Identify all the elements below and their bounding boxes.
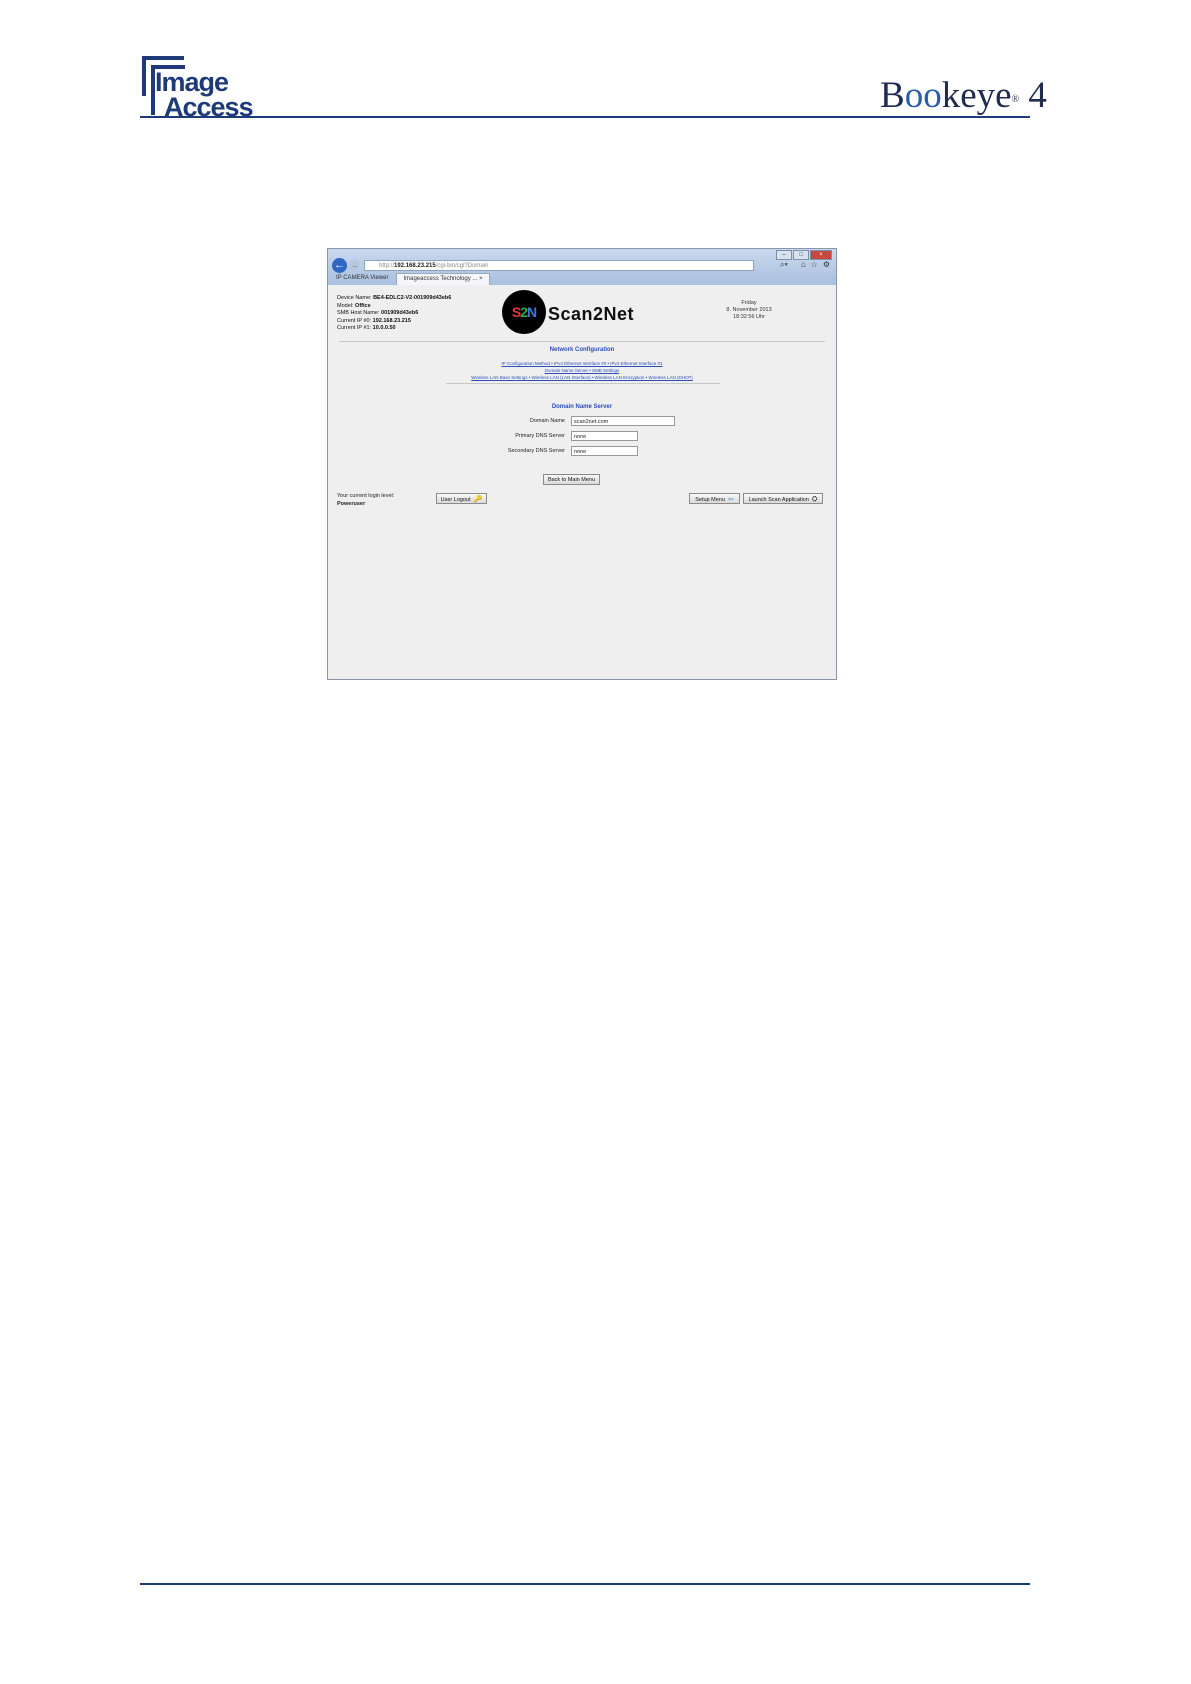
s2n-n: N [527,304,537,320]
smb-row: SMB Host Name: 001909d43eb6 [337,310,451,318]
browser-toolbar: – □ × ← → http://192.168.23.215/cgi-bin/… [328,249,836,285]
network-links-row2[interactable]: Domain Name Server • SMB Settings [331,367,833,374]
device-name-row: Device Name: BE4-EDLC2-V2-001909d43eb6 [337,295,451,303]
date: 8. November 2013 [726,307,772,313]
ip1-label: Current IP #1: [337,325,372,331]
primary-dns-row: Primary DNS Server none [331,431,833,443]
model-label: Model: [337,302,354,309]
user-logout-label: User Logout [440,496,471,503]
domain-name-label: Domain Name [529,418,565,424]
browser-tabs: IP CAMERA Viewer Imageaccess Technology … [330,273,490,285]
scanner-icon: ⛭ [811,496,818,503]
header-rule [140,116,1030,118]
tab-ip-camera-viewer[interactable]: IP CAMERA Viewer [330,273,394,284]
network-configuration-title: Network Configuration [549,347,615,353]
user-logout-button[interactable]: User Logout 🔑 [436,493,487,504]
setup-menu-label: Setup Menu [695,496,725,503]
back-to-main-menu-button[interactable]: Back to Main Menu [543,474,600,485]
divider [446,383,720,384]
tab-imageaccess[interactable]: Imageaccess Technology ... × [396,273,490,285]
date-info: Friday 8. November 2013 18:32:56 Uhr [719,300,779,321]
address-scheme: http:// [379,263,395,269]
image-access-logo: Image Access [142,56,254,121]
launch-scan-label: Launch Scan Application [748,496,809,503]
window-controls: – □ × [776,250,832,260]
dns-title: Domain Name Server [551,404,613,410]
device-name-value: BE4-EDLC2-V2-001909d43eb6 [373,295,452,301]
time: 18:32:56 Uhr [733,314,765,320]
arrow-left-icon: ⇦ [727,496,734,503]
s2n-s: S [511,304,521,320]
gear-icon[interactable]: ⚙ [823,260,830,269]
registered-mark: ® [1011,94,1020,105]
home-icon[interactable]: ⌂ [801,260,806,269]
footer-rule [140,1583,1030,1585]
primary-dns-label: Primary DNS Server [515,433,565,439]
device-info: Device Name: BE4-EDLC2-V2-001909d43eb6 M… [337,295,451,333]
bookeye-oo: oo [904,75,942,116]
scan2net-wordmark: Scan2Net [548,304,635,324]
day: Friday [741,300,757,306]
login-level-value: Poweruser [337,500,366,507]
ip0-value: 192.168.23.215 [372,317,411,324]
launch-scan-application-button[interactable]: Launch Scan Application ⛭ [743,493,823,504]
ip1-value: 10.0.0.50 [372,325,396,331]
device-name-label: Device Name: [337,295,372,301]
address-host: 192.168.23.215 [394,263,436,269]
domain-name-input[interactable]: scan2net.com [571,416,675,426]
secondary-dns-label: Secondary DNS Server [507,448,565,454]
domain-name-row: Domain Name scan2net.com [331,416,833,428]
bookeye-keye: keye [941,75,1012,116]
browser-screenshot: – □ × ← → http://192.168.23.215/cgi-bin/… [327,248,837,680]
browser-nav-icons: ⌂ ☆ ⚙ [801,260,830,269]
star-icon[interactable]: ☆ [811,260,818,269]
search-icon[interactable]: ⌕▾ [780,260,788,270]
address-path: /cgi-bin/cgi?Domain [435,263,489,269]
s2n-2: 2 [520,304,528,320]
secondary-dns-row: Secondary DNS Server none [331,446,833,458]
primary-dns-input[interactable]: none [571,431,638,441]
login-level-label: Your current login level: [337,493,395,499]
scan2net-logo: S2N Scan2Net [502,290,642,336]
bookeye-b: B [880,75,905,116]
forward-arrow-icon[interactable]: → [349,260,360,271]
bookeye-number: 4 [1019,75,1047,116]
smb-value: 001909d43eb6 [381,310,419,316]
model-row: Model: Office [337,303,451,311]
address-bar[interactable]: http://192.168.23.215/cgi-bin/cgi?Domain [364,260,754,271]
network-links-row3[interactable]: Wireless LAN Base Settings • Wireless LA… [331,374,833,381]
s2n-circle-logo: S2N [502,290,546,334]
bookeye-logo: Bookeye® 4 [880,76,1047,116]
secondary-dns-input[interactable]: none [571,446,638,456]
ip0-row: Current IP #0: 192.168.23.215 [337,318,451,326]
scan2net-page: Device Name: BE4-EDLC2-V2-001909d43eb6 M… [331,285,833,677]
back-arrow-icon[interactable]: ← [332,258,347,273]
network-links-row1[interactable]: IP Configuration Method • IPv4 Ethernet … [331,360,833,367]
key-icon: 🔑 [473,496,483,503]
smb-label: SMB Host Name: [337,310,380,316]
maximize-icon[interactable]: □ [793,250,809,260]
model-value: Office [355,302,371,309]
setup-menu-button[interactable]: Setup Menu ⇦ [689,493,740,504]
divider [339,341,825,342]
minimize-icon[interactable]: – [776,250,792,260]
page-header: Image Access Bookeye® 4 [0,0,1191,125]
ip0-label: Current IP #0: [337,317,372,324]
ip1-row: Current IP #1: 10.0.0.50 [337,325,451,333]
login-info: Your current login level: Poweruser [337,493,394,508]
close-icon[interactable]: × [810,250,832,260]
